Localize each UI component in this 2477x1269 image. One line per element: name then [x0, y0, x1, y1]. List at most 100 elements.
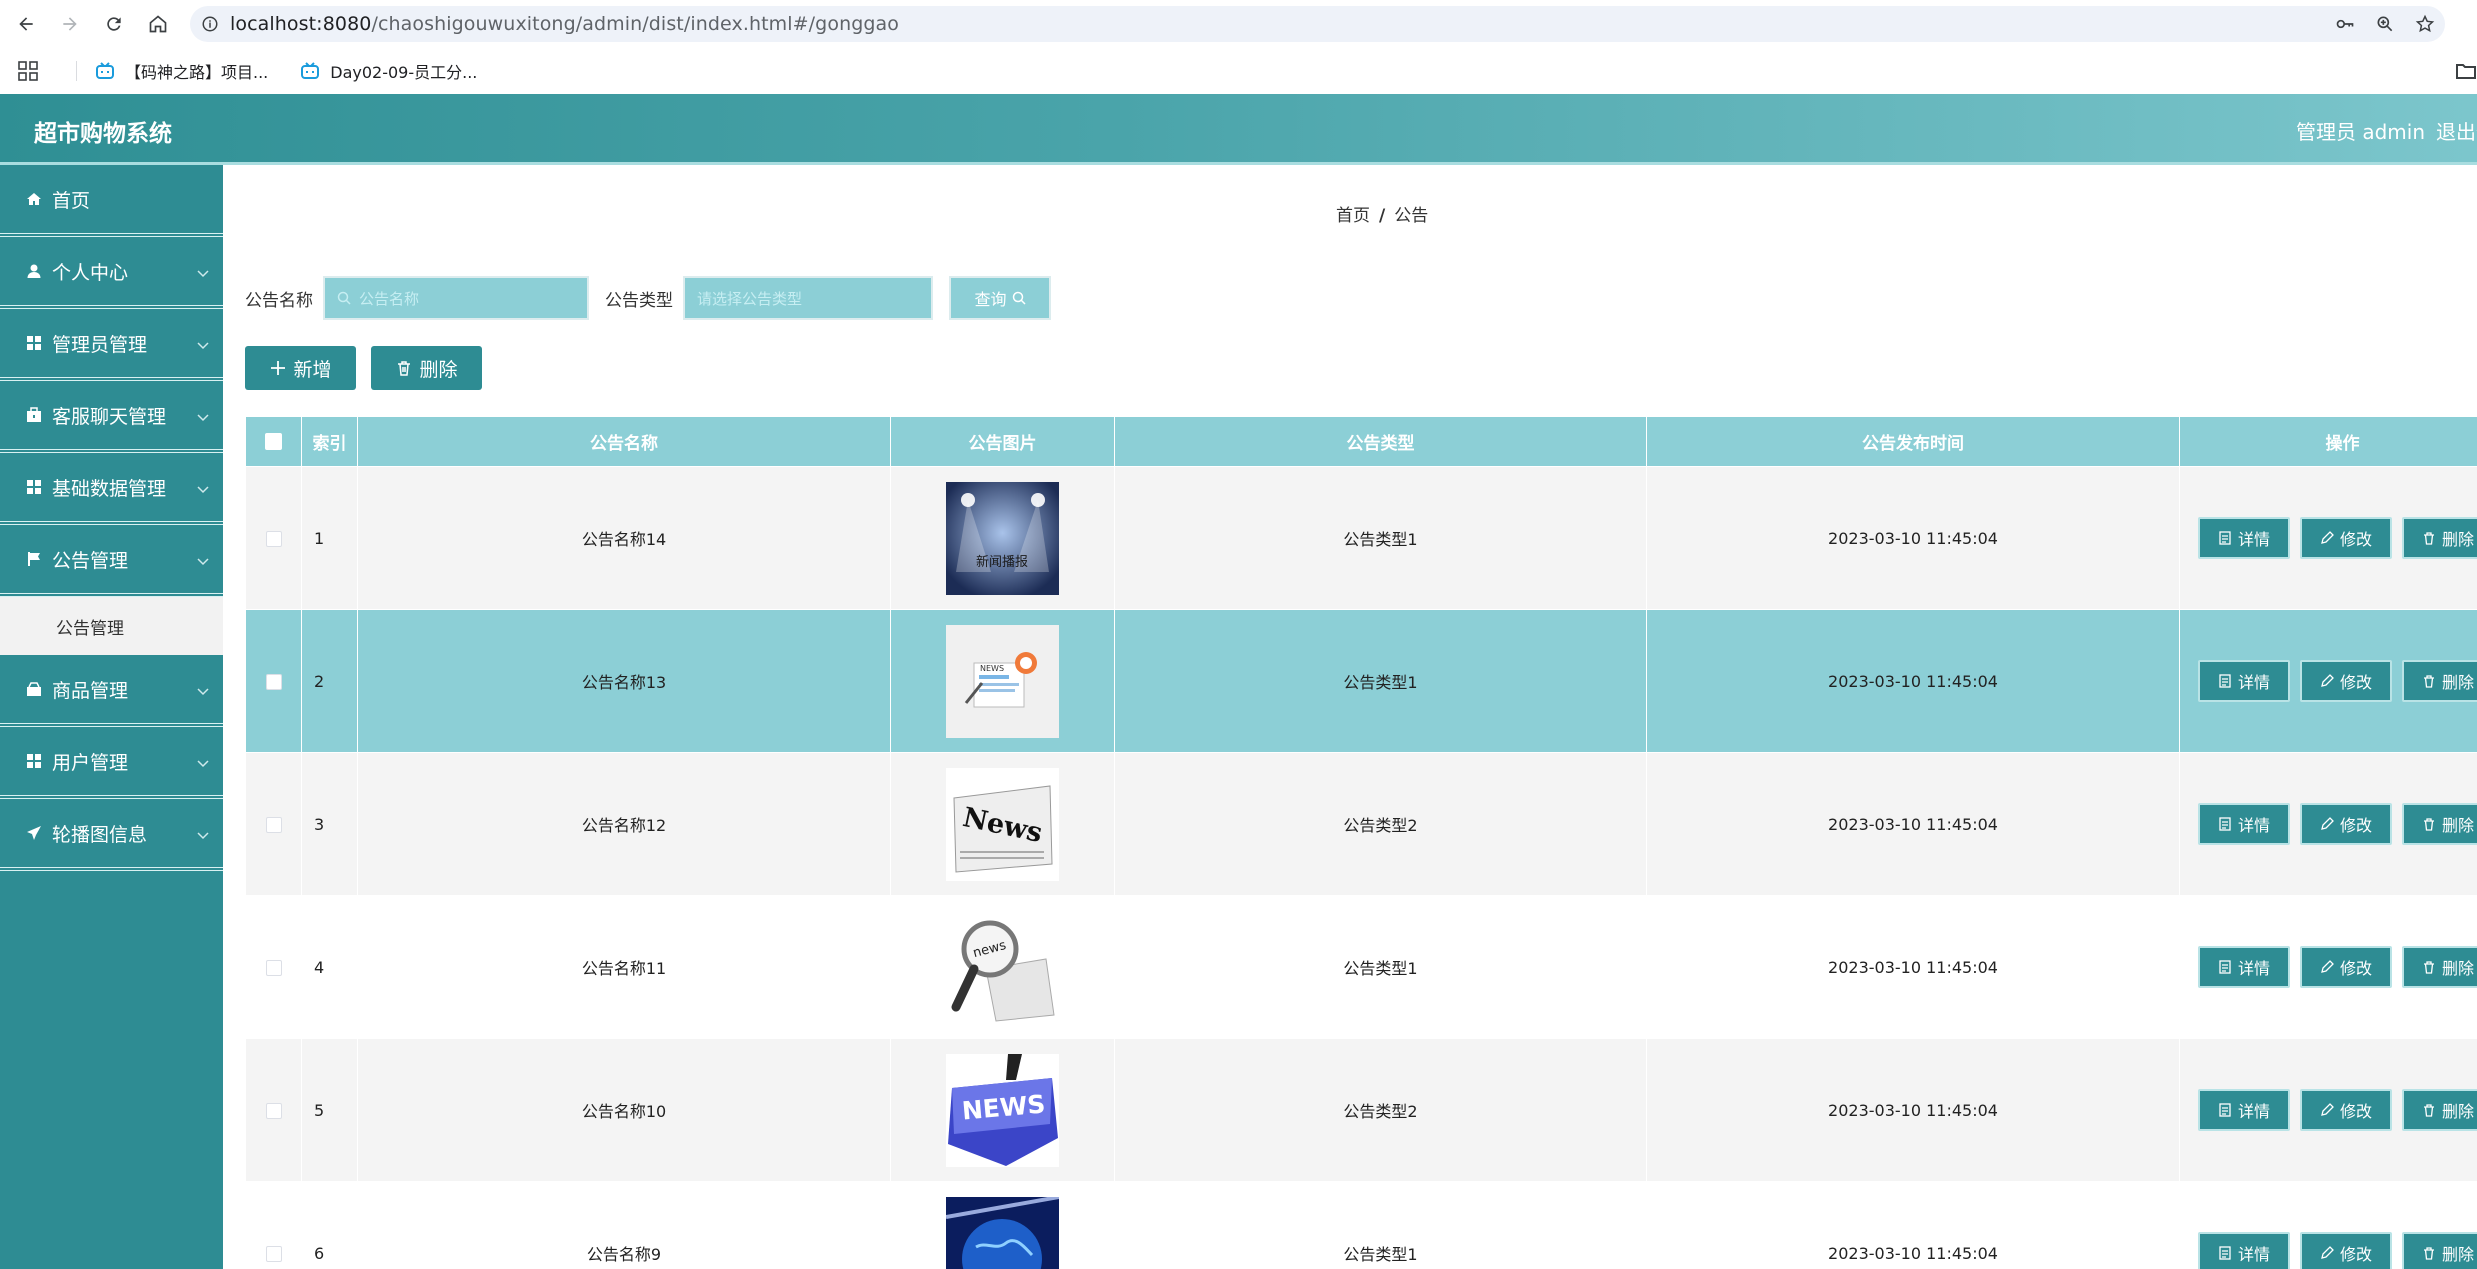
column-header-name[interactable]: 公告名称: [357, 416, 891, 467]
row-notice-type: 公告类型1: [1114, 466, 1647, 610]
zoom-icon[interactable]: [2365, 6, 2405, 42]
delete-button[interactable]: 删除: [2402, 1089, 2477, 1131]
detail-button[interactable]: 详情: [2198, 946, 2290, 988]
bookmark-item-1[interactable]: 【码神之路】项目...: [95, 59, 268, 83]
apps-grid-icon[interactable]: [18, 61, 38, 81]
row-publish-time: 2023-03-10 11:45:04: [1646, 466, 2180, 610]
sidebar-item-profile[interactable]: 个人中心: [0, 237, 223, 309]
column-header-index[interactable]: 索引: [301, 416, 358, 467]
password-key-icon[interactable]: [2325, 6, 2365, 42]
column-header-image[interactable]: 公告图片: [890, 416, 1115, 467]
table-row[interactable]: 6 公告名称9 公告类型1 2023-03-10 11:45:04 详情 修改 删除: [245, 1181, 2477, 1269]
sidebar-item-home[interactable]: 首页: [0, 165, 223, 237]
detail-button[interactable]: 详情: [2198, 803, 2290, 845]
table-row[interactable]: 2 公告名称13 NEWS 公告类型1 2023-03-10 11:45:04 详情 修改 删…: [245, 609, 2477, 753]
sidebar-item-goods[interactable]: 商品管理: [0, 655, 223, 727]
row-notice-name: 公告名称11: [357, 895, 891, 1039]
sidebar-item-users[interactable]: 用户管理: [0, 727, 223, 799]
bookmark-item-2[interactable]: Day02-09-员工分...: [300, 59, 477, 83]
bilibili-tv-icon: [96, 62, 114, 79]
notice-image: News: [946, 767, 1059, 881]
table-header-row: 索引 公告名称 公告图片 公告类型 公告发布时间 操作: [245, 416, 2477, 467]
sidebar-item-label: 商品管理: [52, 679, 129, 702]
row-actions: 详情 修改 删除: [2179, 895, 2477, 1039]
notice-name-label: 公告名称: [245, 290, 313, 311]
edit-button[interactable]: 修改: [2300, 1232, 2392, 1269]
delete-button[interactable]: 删除: [2402, 660, 2477, 702]
row-notice-type: 公告类型2: [1114, 752, 1647, 896]
row-notice-image-cell: news: [890, 895, 1115, 1039]
sidebar-item-label: 用户管理: [52, 751, 129, 774]
document-icon: [2219, 674, 2231, 688]
document-icon: [2219, 960, 2231, 974]
column-header-time[interactable]: 公告发布时间: [1646, 416, 2180, 467]
row-notice-type: 公告类型2: [1114, 1038, 1647, 1182]
row-checkbox[interactable]: [265, 1103, 282, 1119]
trash-icon: [2423, 961, 2434, 974]
edit-button[interactable]: 修改: [2300, 803, 2392, 845]
edit-button[interactable]: 修改: [2300, 946, 2392, 988]
row-checkbox[interactable]: [265, 531, 282, 547]
notice-type-select[interactable]: 请选择公告类型: [683, 276, 933, 320]
row-checkbox[interactable]: [265, 674, 282, 690]
sidebar-item-admins[interactable]: 管理员管理: [0, 309, 223, 381]
query-button[interactable]: 查询: [949, 276, 1051, 320]
bookmark-star-icon[interactable]: [2405, 6, 2445, 42]
detail-button[interactable]: 详情: [2198, 660, 2290, 702]
folder-icon[interactable]: [2455, 61, 2477, 81]
row-checkbox[interactable]: [265, 960, 282, 976]
sidebar-item-chat[interactable]: 客服聊天管理: [0, 381, 223, 453]
batch-delete-button[interactable]: 删除: [371, 346, 482, 390]
sidebar-item-label: 管理员管理: [52, 333, 148, 356]
detail-button[interactable]: 详情: [2198, 1089, 2290, 1131]
logout-link[interactable]: 退出登录: [2436, 116, 2477, 145]
detail-button[interactable]: 详情: [2198, 517, 2290, 559]
home-button[interactable]: [136, 2, 180, 46]
sidebar-item-label: 基础数据管理: [52, 477, 167, 500]
bookmarks-bar: 【码神之路】项目... Day02-09-员工分...: [0, 48, 2477, 94]
notice-type-label: 公告类型: [605, 290, 673, 311]
trash-icon: [2423, 532, 2434, 545]
sidebar-item-notices[interactable]: 公告管理: [0, 525, 223, 597]
detail-button-label: 详情: [2237, 816, 2270, 835]
row-checkbox[interactable]: [265, 1246, 282, 1262]
row-notice-type: 公告类型1: [1114, 609, 1647, 753]
table-row[interactable]: 5 公告名称10 NEWS 公告类型2 2023-03-10 11:45:04 详情 修改 删…: [245, 1038, 2477, 1182]
select-all-checkbox[interactable]: [265, 433, 282, 450]
column-header-type[interactable]: 公告类型: [1114, 416, 1647, 467]
edit-button-label: 修改: [2339, 1245, 2372, 1264]
notice-name-input[interactable]: 公告名称: [323, 276, 589, 320]
detail-button[interactable]: 详情: [2198, 1232, 2290, 1269]
delete-button[interactable]: 删除: [2402, 517, 2477, 559]
pencil-icon: [2321, 674, 2334, 687]
forward-button[interactable]: [48, 2, 92, 46]
delete-button-label: 删除: [2441, 816, 2474, 835]
case-icon: [26, 407, 42, 423]
address-bar[interactable]: localhost:8080/chaoshigouwuxitong/admin/…: [190, 6, 2445, 42]
sidebar-subitem-notice-manage[interactable]: 公告管理: [0, 597, 223, 655]
site-info-icon[interactable]: [190, 15, 230, 33]
table-row[interactable]: 4 公告名称11 news 公告类型1 2023-03-10 11:45:04 详情 修改 删…: [245, 895, 2477, 1039]
add-button[interactable]: 新增: [245, 346, 356, 390]
row-checkbox[interactable]: [265, 817, 282, 833]
url-host: localhost:8080: [230, 13, 372, 35]
reload-button[interactable]: [92, 2, 136, 46]
sidebar-item-carousel[interactable]: 轮播图信息: [0, 799, 223, 871]
delete-button[interactable]: 删除: [2402, 1232, 2477, 1269]
breadcrumb-home[interactable]: 首页: [1336, 206, 1370, 226]
url-text[interactable]: localhost:8080/chaoshigouwuxitong/admin/…: [230, 13, 899, 35]
row-notice-type: 公告类型1: [1114, 1181, 1647, 1269]
table-row[interactable]: 1 公告名称14 新闻播报 公告类型1 2023-03-10 11:45:04 详情 修改 删…: [245, 466, 2477, 610]
sidebar-item-basic-data[interactable]: 基础数据管理: [0, 453, 223, 525]
back-button[interactable]: [4, 2, 48, 46]
edit-button[interactable]: 修改: [2300, 660, 2392, 702]
table-row[interactable]: 3 公告名称12 News 公告类型2 2023-03-10 11:45:04 详情 修改 删…: [245, 752, 2477, 896]
edit-button[interactable]: 修改: [2300, 517, 2392, 559]
document-icon: [2219, 531, 2231, 545]
row-select-cell: [245, 752, 302, 896]
bookmark-label: 【码神之路】项目...: [125, 63, 269, 82]
row-publish-time: 2023-03-10 11:45:04: [1646, 609, 2180, 753]
edit-button[interactable]: 修改: [2300, 1089, 2392, 1131]
delete-button[interactable]: 删除: [2402, 803, 2477, 845]
delete-button[interactable]: 删除: [2402, 946, 2477, 988]
